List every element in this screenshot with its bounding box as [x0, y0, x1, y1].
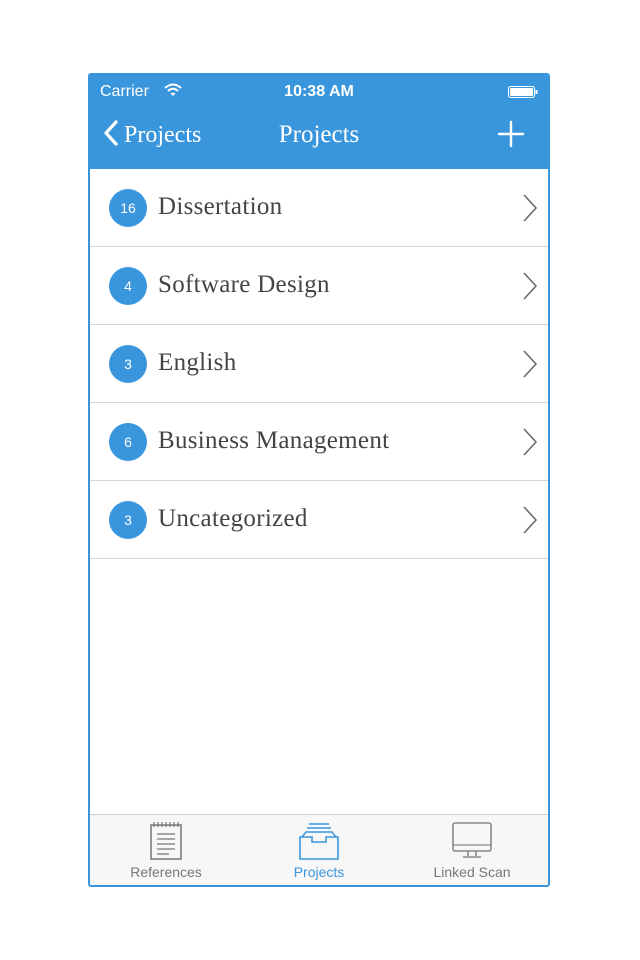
project-name: Dissertation	[158, 193, 283, 220]
tab-label: Projects	[293, 864, 345, 880]
chevron-right-icon	[522, 349, 538, 384]
phone-screen: Carrier 10:38 AM Projects Projects 16 Di…	[88, 73, 550, 887]
battery-icon	[508, 85, 538, 98]
project-list: 16 Dissertation 4 Software Design 3 Engl…	[90, 169, 548, 559]
tab-label: Linked Scan	[433, 864, 511, 880]
project-name: English	[158, 349, 237, 376]
project-name: Business Management	[158, 427, 390, 454]
navigation-bar: Carrier 10:38 AM Projects Projects	[90, 75, 548, 169]
add-project-button[interactable]	[496, 119, 526, 149]
status-bar: Carrier 10:38 AM	[90, 75, 548, 109]
tab-label: References	[130, 864, 202, 880]
chevron-right-icon	[522, 193, 538, 228]
project-name: Uncategorized	[158, 505, 308, 532]
page-title: Projects	[278, 121, 360, 148]
plus-icon	[496, 120, 526, 153]
status-time: 10:38 AM	[284, 83, 354, 100]
tab-projects[interactable]: Projects	[243, 815, 395, 885]
tab-bar: References Projects Linked Scan	[90, 814, 548, 885]
project-name: Software Design	[158, 271, 330, 298]
project-count-badge: 16	[109, 189, 147, 227]
project-row-uncategorized[interactable]: 3 Uncategorized	[90, 481, 548, 559]
project-row-business-management[interactable]: 6 Business Management	[90, 403, 548, 481]
project-count-badge: 3	[109, 345, 147, 383]
project-count-badge: 6	[109, 423, 147, 461]
project-count-badge: 3	[109, 501, 147, 539]
chevron-right-icon	[522, 505, 538, 540]
project-count-badge: 4	[109, 267, 147, 305]
tab-linked-scan[interactable]: Linked Scan	[396, 815, 548, 885]
project-row-software-design[interactable]: 4 Software Design	[90, 247, 548, 325]
chevron-right-icon	[522, 271, 538, 306]
project-row-english[interactable]: 3 English	[90, 325, 548, 403]
chevron-right-icon	[522, 427, 538, 462]
project-row-dissertation[interactable]: 16 Dissertation	[90, 169, 548, 247]
tab-references[interactable]: References	[90, 815, 242, 885]
